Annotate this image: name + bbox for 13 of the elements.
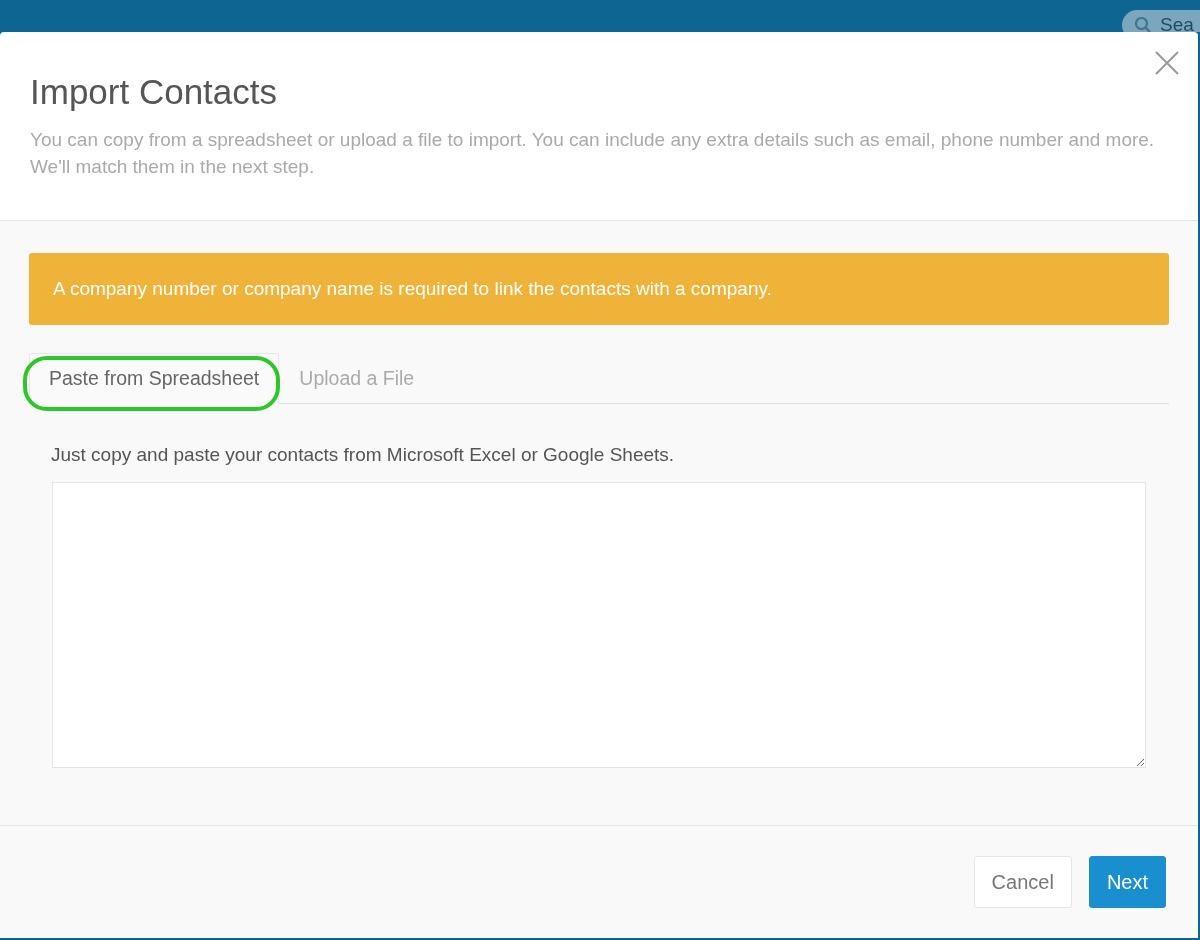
cancel-button[interactable]: Cancel	[973, 856, 1072, 908]
close-icon	[1154, 50, 1180, 76]
search-icon	[1134, 16, 1152, 32]
dialog-description: You can copy from a spreadsheet or upload a file to import. You can include any extra details such as email, phone number and more. We'll match them in the next step.	[30, 128, 1156, 179]
dialog-title: Import Contacts	[30, 72, 279, 112]
search-placeholder: Sea	[1160, 14, 1194, 32]
tab[interactable]: Upload a File	[279, 353, 435, 404]
instructions-text: Just copy and paste your contacts from Microsoft Excel or Google Sheets.	[51, 444, 676, 466]
tab[interactable]: Paste from Spreadsheet	[29, 353, 280, 404]
warning-alert: A company number or company name is required to link the contacts with a company.	[29, 253, 1169, 325]
next-button[interactable]: Next	[1088, 856, 1166, 908]
close-button[interactable]	[1154, 50, 1180, 76]
search-field[interactable]: Sea	[1122, 10, 1200, 32]
